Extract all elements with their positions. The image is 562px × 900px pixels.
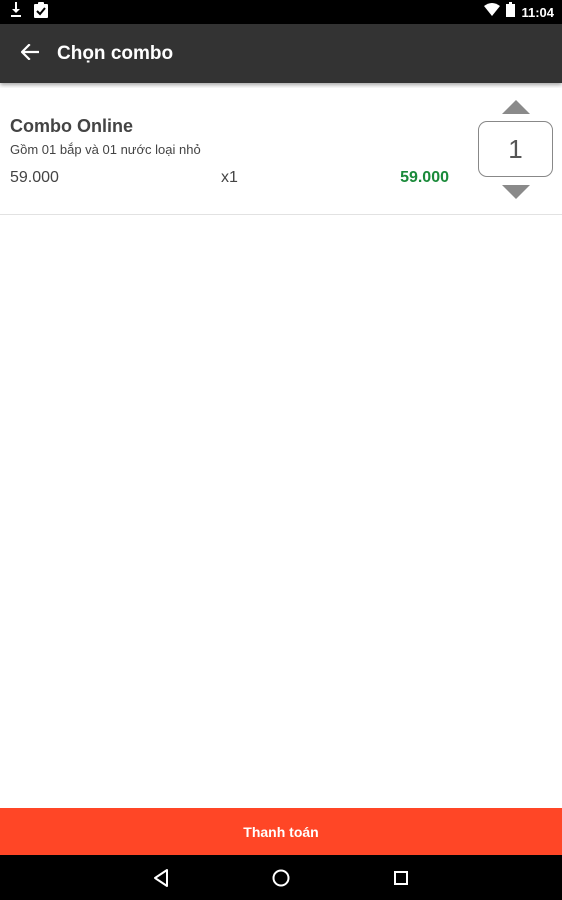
clipboard-check-icon — [34, 1, 48, 23]
nav-back-button[interactable] — [149, 866, 173, 890]
app-bar: Chọn combo — [0, 24, 562, 83]
page-title: Chọn combo — [57, 43, 174, 64]
quantity-stepper: 1 — [478, 88, 554, 215]
back-triangle-icon — [154, 869, 168, 887]
status-right: 11:04 — [484, 2, 554, 22]
combo-unit-price: 59.000 — [10, 169, 59, 186]
nav-recents-button[interactable] — [389, 866, 413, 890]
status-bar: 11:04 — [0, 0, 562, 24]
recents-square-icon — [394, 871, 408, 885]
battery-icon — [506, 2, 516, 22]
combo-name: Combo Online — [10, 116, 133, 136]
triangle-up-icon — [502, 100, 530, 114]
triangle-down-icon — [502, 185, 530, 199]
arrow-left-icon — [20, 42, 40, 65]
wifi-icon — [484, 3, 501, 21]
combo-quantity-label: x1 — [221, 169, 238, 186]
combo-description: Gồm 01 bắp và 01 nước loại nhỏ — [10, 142, 201, 157]
back-button[interactable] — [14, 38, 46, 70]
quantity-value[interactable]: 1 — [478, 121, 553, 177]
home-circle-icon — [272, 869, 290, 887]
increase-quantity-button[interactable] — [501, 99, 531, 115]
navigation-bar — [0, 855, 562, 900]
nav-home-button[interactable] — [269, 866, 293, 890]
status-time: 11:04 — [521, 4, 554, 20]
decrease-quantity-button[interactable] — [501, 184, 531, 200]
status-left — [10, 1, 48, 23]
checkout-button[interactable]: Thanh toán — [0, 808, 562, 855]
combo-item: Combo Online Gồm 01 bắp và 01 nước loại … — [0, 88, 562, 215]
download-icon — [10, 1, 22, 23]
combo-total-price: 59.000 — [400, 169, 449, 186]
